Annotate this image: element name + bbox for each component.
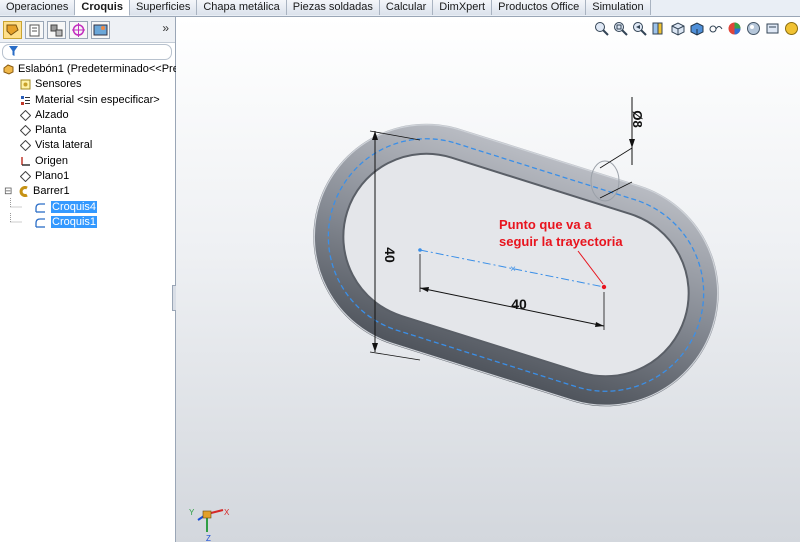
feature-tree-tab[interactable] [3,21,22,39]
svg-text:×: × [510,264,516,275]
tree-item-label: Vista lateral [35,139,93,152]
property-manager-tab[interactable] [25,21,44,39]
sweep-icon [19,186,28,198]
expand-panel-arrow[interactable]: » [162,21,169,35]
tab-operaciones[interactable]: Operaciones [0,0,76,15]
property-manager-icon [29,24,40,37]
feature-tree-icon [6,24,19,36]
tab-dimxpert[interactable]: DimXpert [433,0,493,15]
tree-item-sensors[interactable]: Sensores [0,77,175,92]
tree-item-label: Barrer1 [33,185,70,198]
material-icon [21,95,30,105]
dimension-horizontal-value[interactable]: 40 [511,296,527,312]
panel-tabs: » [0,17,175,43]
selected-label: Croquis1 [51,215,98,228]
tree-item-alzado[interactable]: Alzado [0,108,175,123]
sketch-icon [35,218,45,228]
display-manager-icon [93,24,108,36]
reference-triad [197,509,224,532]
configuration-manager-tab[interactable] [47,21,66,39]
feature-manager-panel: » Eslabón1 (Predeterminado<<Prec Sensore… [0,17,184,542]
tree-connector [10,212,22,223]
plane-icon [20,171,31,183]
part-icon [3,64,14,75]
annotation-line-1: Punto que va a [499,217,592,232]
tree-item-label: Croquis1 [51,215,98,230]
tree-item-label: Planta [35,124,67,137]
tree-item-root[interactable]: Eslabón1 (Predeterminado<<Prec [0,62,184,77]
feature-tree: Eslabón1 (Predeterminado<<Prec Sensores … [0,62,184,230]
tab-chapa-metalica[interactable]: Chapa metálica [197,0,287,15]
sensor-icon [20,79,31,90]
tree-item-vista-lateral[interactable]: Vista lateral [0,138,175,153]
plane-icon [20,140,31,152]
dimension-diameter-value[interactable]: Ø8 [630,110,645,127]
tree-item-label: Sensores [35,78,82,91]
triad-y-label: Y [189,508,195,517]
selected-label: Croquis4 [51,200,98,213]
tab-simulation[interactable]: Simulation [586,0,651,15]
tree-item-label: Plano1 [35,170,70,183]
dimension-vertical-value[interactable]: 40 [382,247,398,263]
filter-icon [9,46,18,56]
dimxpert-manager-tab[interactable] [69,21,88,39]
tab-piezas-soldadas[interactable]: Piezas soldadas [286,0,380,15]
tab-calcular[interactable]: Calcular [379,0,434,15]
triad-x-label: X [224,508,230,517]
tree-item-label: Origen [35,154,69,167]
tree-item-origen[interactable]: Origen [0,154,175,169]
command-manager-tabs: Operaciones Croquis Superficies Chapa me… [0,0,800,17]
plane-icon [20,125,31,137]
tree-item-label: Alzado [35,108,69,121]
tree-item-material[interactable]: Material <sin especificar> [0,93,175,108]
graphics-area[interactable]: 40 × 40 Ø8 X Y Z Punto que va a seguir l… [176,17,800,542]
annotation-line-2: seguir la trayectoria [499,234,623,249]
tab-productos-office[interactable]: Productos Office [492,0,587,15]
tree-item-label: Eslabón1 (Predeterminado<<Prec [18,63,185,75]
tree-item-croquis1[interactable]: Croquis1 [0,212,175,230]
tree-item-planta[interactable]: Planta [0,123,175,138]
origin-icon [21,156,30,166]
triad-z-label: Z [206,534,211,542]
dimxpert-icon [72,23,85,37]
tree-item-label: Croquis4 [51,200,98,215]
tab-croquis[interactable]: Croquis [75,0,130,16]
tree-item-label: Material <sin especificar> [35,93,160,106]
tree-filter-input[interactable] [2,44,172,60]
tab-superficies[interactable]: Superficies [129,0,198,15]
plane-icon [20,109,31,121]
tree-connector [10,197,22,208]
model-view: 40 × 40 Ø8 X Y Z [189,97,719,542]
annotation-note: Punto que va a seguir la trayectoria [499,216,623,250]
tree-item-plano1[interactable]: Plano1 [0,169,175,184]
sketch-icon [35,203,45,213]
configuration-icon [50,24,63,37]
display-manager-tab[interactable] [91,21,110,39]
